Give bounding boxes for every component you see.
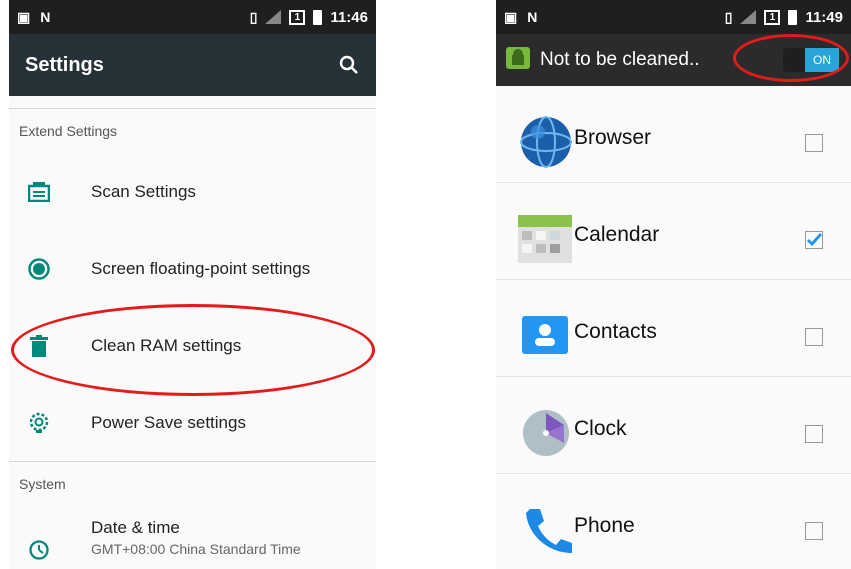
contacts-icon (518, 306, 574, 362)
app-row-browser[interactable]: Browser (496, 86, 851, 183)
nfc-icon: N (527, 9, 538, 25)
app-checkbox[interactable] (805, 425, 823, 443)
app-name: Calendar (574, 223, 660, 246)
setting-clean-ram[interactable]: Clean RAM settings (9, 307, 376, 384)
page-title: Not to be cleaned.. (540, 49, 700, 70)
app-name: Phone (574, 514, 635, 537)
app-name: Browser (574, 126, 652, 149)
vibrate-icon: ▯ (724, 8, 733, 25)
phone-icon (518, 501, 574, 557)
settings-screen: ▣ N ▯ 1 11:46 Settings Extend Settings S… (9, 0, 376, 569)
nfc-icon: N (40, 9, 51, 25)
action-bar: Not to be cleaned.. ON (496, 34, 851, 86)
notification-icon: ▣ (17, 8, 31, 25)
setting-label: Clean RAM settings (91, 335, 242, 355)
app-row-clock[interactable]: Clock (496, 377, 851, 474)
not-cleaned-screen: ▣ N ▯ 1 11:49 Not to be cleaned.. ON Bro… (496, 0, 851, 569)
clock-app-icon (518, 403, 574, 459)
app-checkbox[interactable] (805, 522, 823, 540)
status-time: 11:49 (805, 8, 843, 26)
setting-scan[interactable]: Scan Settings (9, 153, 376, 230)
search-icon[interactable] (338, 54, 360, 76)
section-header-extend: Extend Settings (19, 123, 118, 139)
signal-icon (740, 10, 757, 24)
setting-label: Screen floating-point settings (91, 258, 311, 278)
sim-icon: 1 (289, 9, 306, 25)
status-bar: ▣ N ▯ 1 11:46 (9, 0, 376, 34)
browser-icon (518, 112, 574, 168)
floating-point-icon (19, 249, 59, 289)
app-row-calendar[interactable]: Calendar (496, 183, 851, 280)
app-checkbox[interactable] (805, 134, 823, 152)
app-row-contacts[interactable]: Contacts (496, 280, 851, 377)
battery-icon (313, 9, 323, 25)
signal-icon (265, 10, 282, 24)
app-bar: Settings (9, 34, 376, 96)
app-name: Clock (574, 417, 627, 440)
calendar-icon (518, 209, 574, 265)
app-checkbox-checked[interactable] (805, 231, 823, 249)
app-name: Contacts (574, 320, 657, 343)
power-save-icon (19, 403, 59, 443)
section-header-system: System (19, 476, 66, 492)
setting-power-save[interactable]: Power Save settings (9, 384, 376, 461)
setting-sublabel: GMT+08:00 China Standard Time (91, 541, 301, 557)
setting-label: Date & time (91, 518, 180, 537)
notification-icon: ▣ (504, 8, 518, 25)
status-time: 11:46 (330, 8, 368, 26)
setting-label: Power Save settings (91, 412, 246, 432)
scan-icon (19, 172, 59, 212)
app-checkbox[interactable] (805, 328, 823, 346)
page-title: Settings (25, 53, 104, 76)
android-icon (506, 46, 530, 74)
battery-icon (788, 9, 798, 25)
setting-label: Scan Settings (91, 181, 196, 201)
toggle-label: ON (805, 48, 839, 72)
status-bar: ▣ N ▯ 1 11:49 (496, 0, 851, 34)
setting-floating-point[interactable]: Screen floating-point settings (9, 230, 376, 307)
app-row-phone[interactable]: Phone (496, 474, 851, 569)
setting-date-time[interactable]: Date & time GMT+08:00 China Standard Tim… (9, 506, 376, 569)
clock-icon (19, 530, 59, 569)
enable-toggle[interactable]: ON (783, 48, 839, 72)
sim-icon: 1 (764, 9, 781, 25)
vibrate-icon: ▯ (249, 8, 258, 25)
trash-icon (19, 326, 59, 366)
